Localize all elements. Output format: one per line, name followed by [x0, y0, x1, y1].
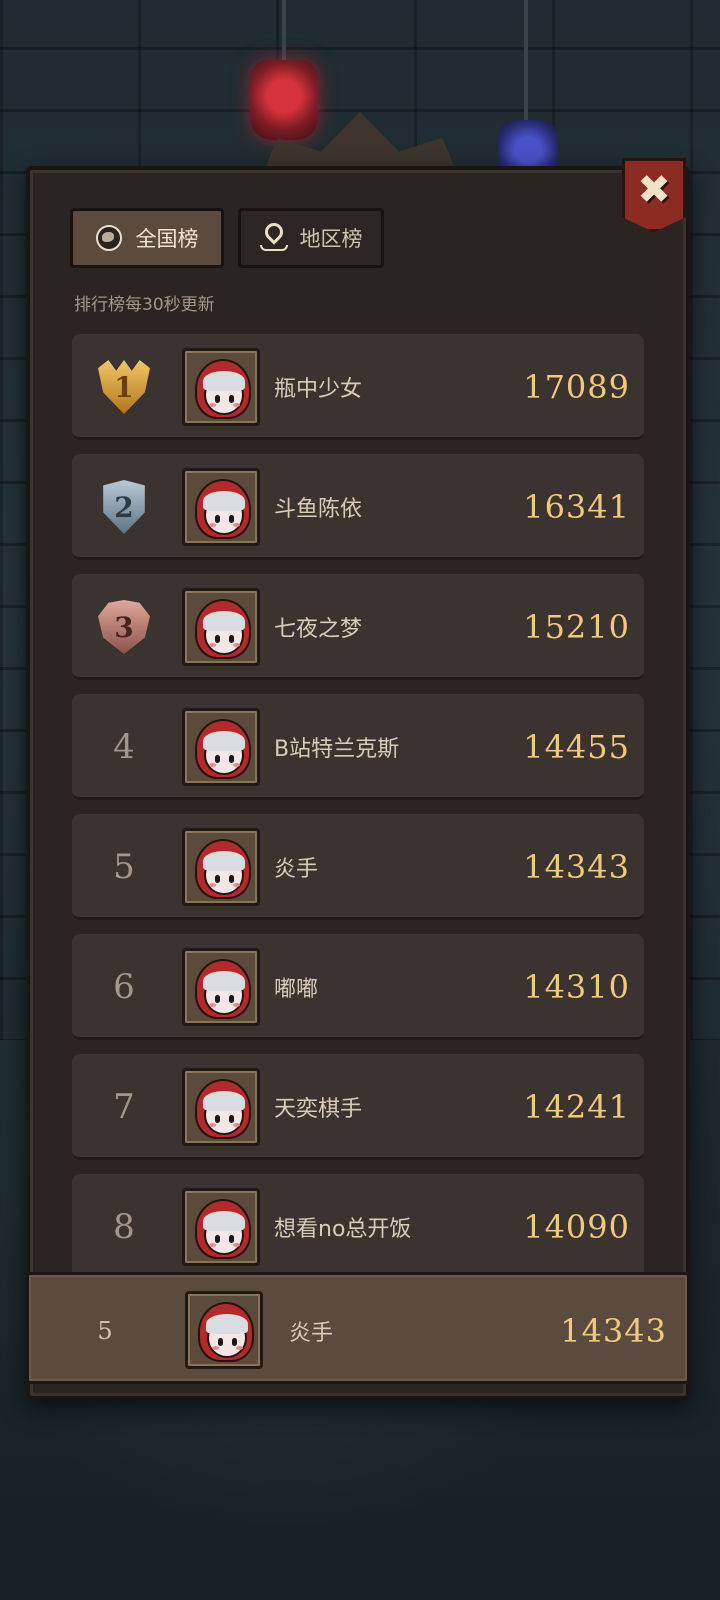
rank-number: 7 — [113, 1087, 135, 1127]
my-name: 炎手 — [289, 1321, 334, 1346]
rank-number: 8 — [113, 1207, 135, 1247]
avatar — [182, 588, 260, 666]
player-score: 17089 — [523, 368, 630, 406]
leaderboard-row[interactable]: 2 斗鱼陈依 16341 — [72, 454, 644, 560]
tab-region-label: 地区榜 — [299, 227, 363, 251]
rank-badge: 1 — [92, 334, 156, 440]
leaderboard-row[interactable]: 8 想看no总开饭 14090 — [72, 1174, 644, 1280]
leaderboard-row[interactable]: 1 瓶中少女 17089 — [72, 334, 644, 440]
player-name: 天奕棋手 — [274, 1097, 363, 1122]
rank-badge: 3 — [92, 574, 156, 680]
avatar — [182, 348, 260, 426]
leaderboard-row[interactable]: 5 炎手 14343 — [72, 814, 644, 920]
player-name: 瓶中少女 — [274, 377, 363, 402]
rope — [282, 0, 286, 62]
player-name: 七夜之梦 — [274, 617, 363, 642]
rank-badge: 2 — [92, 454, 156, 560]
red-jar-decoration — [250, 60, 318, 140]
player-name: 斗鱼陈依 — [274, 497, 363, 522]
my-rank: 5 — [97, 1317, 113, 1345]
avatar — [182, 1188, 260, 1266]
globe-icon — [95, 225, 122, 251]
leaderboard-row[interactable]: 6 嘟嘟 14310 — [72, 934, 644, 1040]
leaderboard-row[interactable]: 7 天奕棋手 14241 — [72, 1054, 644, 1160]
player-name: B站特兰克斯 — [274, 737, 400, 762]
leaderboard-list: 1 瓶中少女 17089 2 斗鱼陈依 16341 3 七夜之梦 15210 4… — [72, 334, 644, 1294]
tab-national-label: 全国榜 — [135, 227, 199, 251]
avatar — [182, 828, 260, 906]
player-score: 15210 — [523, 608, 630, 646]
avatar — [182, 948, 260, 1026]
player-score: 14310 — [523, 968, 630, 1006]
gold-medal-icon: 1 — [98, 360, 150, 414]
silver-medal-icon: 2 — [103, 480, 145, 534]
close-icon: ✖ — [637, 167, 671, 213]
avatar — [182, 1068, 260, 1146]
location-pin-icon — [259, 219, 288, 253]
rank-number: 4 — [113, 727, 135, 767]
player-score: 14343 — [523, 848, 630, 886]
rope — [524, 0, 528, 122]
player-name: 嘟嘟 — [274, 977, 319, 1002]
player-score: 14455 — [523, 728, 630, 766]
player-score: 16341 — [523, 488, 630, 526]
rank-number: 5 — [113, 847, 135, 887]
player-score: 14241 — [523, 1088, 630, 1126]
close-button[interactable]: ✖ — [622, 158, 686, 232]
tab-national[interactable]: 全国榜 — [70, 208, 224, 268]
my-score: 14343 — [560, 1312, 667, 1350]
my-avatar — [185, 1291, 263, 1369]
avatar — [182, 708, 260, 786]
refresh-note: 排行榜每30秒更新 — [74, 295, 215, 315]
rank-number: 6 — [113, 967, 135, 1007]
avatar — [182, 468, 260, 546]
my-rank-bar: 5 炎手 14343 — [26, 1272, 690, 1384]
leaderboard-row[interactable]: 3 七夜之梦 15210 — [72, 574, 644, 680]
player-name: 想看no总开饭 — [274, 1217, 412, 1242]
tab-region[interactable]: 地区榜 — [238, 208, 384, 268]
player-score: 14090 — [523, 1208, 630, 1246]
leaderboard-row[interactable]: 4 B站特兰克斯 14455 — [72, 694, 644, 800]
bronze-medal-icon: 3 — [98, 600, 150, 654]
player-name: 炎手 — [274, 857, 319, 882]
